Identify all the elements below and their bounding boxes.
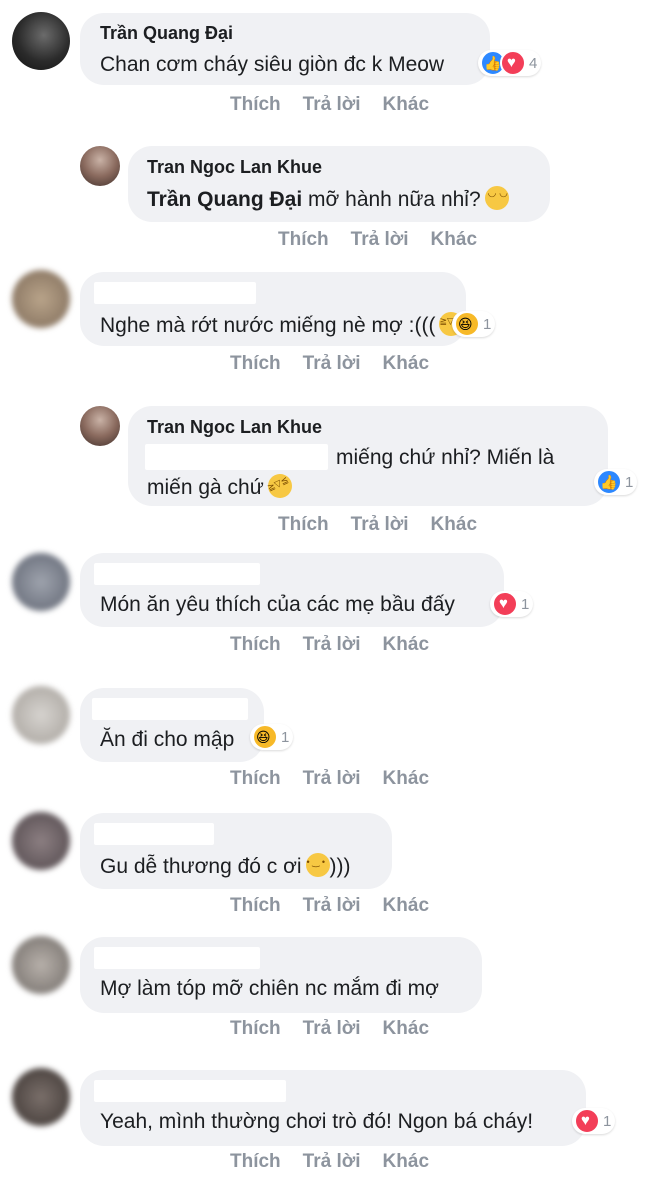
redacted-author: [94, 563, 260, 585]
avatar[interactable]: [12, 553, 70, 611]
avatar[interactable]: [12, 12, 70, 70]
reaction-summary[interactable]: 1: [572, 1108, 616, 1134]
comment-text: Yeah, mình thường chơi trò đó! Ngon bá c…: [100, 1110, 534, 1133]
love-reaction-icon: [574, 1108, 600, 1134]
reply-link[interactable]: Trả lời: [303, 634, 361, 655]
redacted-author: [94, 947, 260, 969]
comment-actions: Thích Trả lời Khác: [230, 94, 451, 116]
comment-text: Chan cơm cháy siêu giòn đc k Meow: [100, 53, 445, 76]
reaction-summary[interactable]: 4: [478, 50, 542, 76]
reaction-summary[interactable]: 1: [594, 469, 638, 495]
like-link[interactable]: Thích: [230, 768, 281, 789]
reaction-count: 1: [625, 473, 634, 491]
comment-author[interactable]: Tran Ngoc Lan Khue: [147, 157, 322, 178]
reply-link[interactable]: Trả lời: [303, 94, 361, 115]
haha-reaction-icon: [454, 311, 480, 337]
comment-text: miến gà chứ: [147, 470, 296, 502]
comment-actions: Thích Trả lời Khác: [230, 634, 451, 656]
comment-actions: Thích Trả lời Khác: [278, 514, 499, 536]
comment-bubble: Nghe mà rớt nước miếng nè mợ :(((: [80, 272, 466, 346]
comment-text-body: mỡ hành nữa nhỉ?: [302, 188, 481, 211]
redacted-author: [92, 698, 248, 720]
reply-link[interactable]: Trả lời: [303, 895, 361, 916]
reply-link[interactable]: Trả lời: [351, 229, 409, 250]
comment-actions: Thích Trả lời Khác: [230, 1151, 451, 1173]
haha-reaction-icon: [252, 724, 278, 750]
redacted-mention: [145, 444, 328, 470]
reply-link[interactable]: Trả lời: [303, 768, 361, 789]
reaction-count: 1: [521, 595, 530, 613]
like-link[interactable]: Thích: [230, 895, 281, 916]
more-link[interactable]: Khác: [383, 768, 429, 789]
love-reaction-icon: [500, 50, 526, 76]
avatar[interactable]: [80, 146, 120, 186]
like-reaction-icon: [596, 469, 622, 495]
redacted-author: [94, 1080, 286, 1102]
more-link[interactable]: Khác: [383, 634, 429, 655]
more-link[interactable]: Khác: [383, 895, 429, 916]
comment-text: Trần Quang Đại mỡ hành nữa nhỉ?: [147, 186, 509, 212]
comment-text: Mợ làm tóp mỡ chiên nc mắm đi mợ: [100, 977, 439, 1000]
comment-text: Món ăn yêu thích của các mẹ bầu đấy: [100, 593, 455, 616]
avatar[interactable]: [80, 406, 120, 446]
comment-bubble: Ăn đi cho mập: [80, 688, 264, 762]
comment-text: Nghe mà rớt nước miếng nè mợ :(((: [100, 312, 464, 338]
comment-actions: Thích Trả lời Khác: [230, 768, 451, 790]
like-link[interactable]: Thích: [230, 1018, 281, 1039]
like-link[interactable]: Thích: [230, 634, 281, 655]
reply-link[interactable]: Trả lời: [303, 353, 361, 374]
more-link[interactable]: Khác: [431, 514, 477, 535]
reaction-summary[interactable]: 1: [490, 591, 534, 617]
reply-bubble: Tran Ngoc Lan Khue miếng chứ nhỉ? Miến l…: [128, 406, 608, 506]
reaction-count: 1: [483, 315, 492, 333]
comment-actions: Thích Trả lời Khác: [278, 229, 499, 251]
avatar[interactable]: [12, 270, 70, 328]
like-link[interactable]: Thích: [230, 353, 281, 374]
like-link[interactable]: Thích: [230, 1151, 281, 1172]
reaction-summary[interactable]: 1: [452, 311, 496, 337]
reaction-count: 1: [281, 728, 290, 746]
smile-emoji-icon: [305, 853, 330, 877]
rofl-emoji-icon: [263, 470, 296, 502]
comment-actions: Thích Trả lời Khác: [230, 353, 451, 375]
reply-bubble: Tran Ngoc Lan Khue Trần Quang Đại mỡ hàn…: [128, 146, 550, 222]
comment-bubble: Món ăn yêu thích của các mẹ bầu đấy: [80, 553, 504, 627]
comment-bubble: Mợ làm tóp mỡ chiên nc mắm đi mợ: [80, 937, 482, 1013]
comment-bubble: Trần Quang Đại Chan cơm cháy siêu giòn đ…: [80, 13, 490, 85]
like-link[interactable]: Thích: [230, 94, 281, 115]
more-link[interactable]: Khác: [383, 1018, 429, 1039]
reaction-count: 1: [603, 1112, 612, 1130]
reply-link[interactable]: Trả lời: [303, 1151, 361, 1172]
comment-author[interactable]: Tran Ngoc Lan Khue: [147, 417, 322, 438]
comment-text: miếng chứ nhỉ? Miến là: [336, 446, 555, 469]
avatar[interactable]: [12, 936, 70, 994]
comment-actions: Thích Trả lời Khác: [230, 1018, 451, 1040]
more-link[interactable]: Khác: [383, 353, 429, 374]
comment-author[interactable]: Trần Quang Đại: [100, 23, 233, 44]
redacted-author: [94, 823, 214, 845]
redacted-author: [94, 282, 256, 304]
reaction-summary[interactable]: 1: [250, 724, 294, 750]
like-link[interactable]: Thích: [278, 229, 329, 250]
avatar[interactable]: [12, 686, 70, 744]
comment-bubble: Yeah, mình thường chơi trò đó! Ngon bá c…: [80, 1070, 586, 1146]
comment-actions: Thích Trả lời Khác: [230, 895, 451, 917]
comment-bubble: Gu dễ thương đó c ơi))): [80, 813, 392, 889]
mention-link[interactable]: Trần Quang Đại: [147, 188, 302, 211]
relieved-emoji-icon: [484, 186, 509, 210]
avatar[interactable]: [12, 1068, 70, 1126]
comment-text: Ăn đi cho mập: [100, 728, 235, 751]
more-link[interactable]: Khác: [383, 94, 429, 115]
like-link[interactable]: Thích: [278, 514, 329, 535]
reply-link[interactable]: Trả lời: [351, 514, 409, 535]
reaction-count: 4: [529, 54, 538, 72]
more-link[interactable]: Khác: [431, 229, 477, 250]
more-link[interactable]: Khác: [383, 1151, 429, 1172]
comment-text: Gu dễ thương đó c ơi))): [100, 853, 351, 879]
avatar[interactable]: [12, 812, 70, 870]
love-reaction-icon: [492, 591, 518, 617]
reply-link[interactable]: Trả lời: [303, 1018, 361, 1039]
